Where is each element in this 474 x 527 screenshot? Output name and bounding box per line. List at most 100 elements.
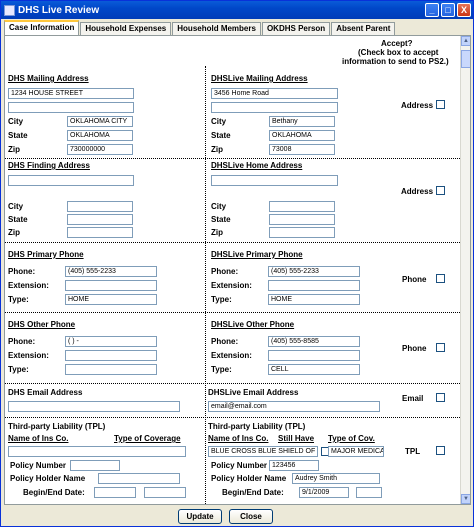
accept-other-phone-checkbox[interactable] [436, 343, 445, 352]
live-other-type[interactable]: CELL [268, 364, 360, 375]
tab-case-information[interactable]: Case Information [4, 20, 80, 35]
live-mailing-city[interactable]: Bethany [269, 116, 335, 127]
accept-tpl-checkbox[interactable] [436, 446, 445, 455]
dhs-type-coverage-label: Type of Coverage [114, 434, 181, 443]
live-other-phone-header: DHSLive Other Phone [211, 320, 295, 329]
dhs-policy-holder-label: Policy Holder Name [10, 474, 86, 483]
dhs-other-phone[interactable]: ( ) - [65, 336, 157, 347]
live-primary-extension[interactable] [268, 280, 360, 291]
live-still-have-label: Still Have [278, 434, 315, 443]
accept-primary-phone-checkbox[interactable] [436, 274, 445, 283]
live-home-header: DHSLive Home Address [211, 161, 303, 170]
accept-tpl-label: TPL [405, 447, 421, 456]
dhs-phone-label: Phone: [8, 267, 36, 276]
dhs-finding-state[interactable] [67, 214, 133, 225]
section-divider [5, 383, 460, 384]
live-policy-holder-label: Policy Holder Name [211, 474, 287, 483]
dhs-finding-city-label: City [8, 202, 24, 211]
dhs-email-input[interactable] [8, 401, 180, 412]
live-end-date-input[interactable] [356, 487, 382, 498]
dhs-policy-number-input[interactable] [70, 460, 120, 471]
scroll-down-icon[interactable]: ▼ [461, 494, 470, 504]
live-other-type-label: Type: [211, 365, 232, 374]
dhs-finding-line1[interactable] [8, 175, 134, 186]
live-city-label: City [211, 117, 227, 126]
live-policy-holder-input[interactable]: Audrey Smith [292, 473, 380, 484]
live-mailing-line1[interactable]: 3456 Home Road [211, 88, 338, 99]
dhs-begin-date-input[interactable] [94, 487, 136, 498]
live-other-phone-label: Phone: [211, 337, 239, 346]
live-type-cov-input[interactable]: MAJOR MEDICAL [328, 446, 384, 457]
dhs-begin-end-label: Begin/End Date: [23, 488, 85, 497]
accept-mailing-checkbox[interactable] [436, 100, 445, 109]
live-policy-number-input[interactable]: 123456 [269, 460, 319, 471]
live-name-ins-label: Name of Ins Co. [208, 434, 269, 443]
update-button[interactable]: Update [178, 509, 222, 524]
tab-household-expenses[interactable]: Household Expenses [80, 22, 172, 35]
live-mailing-state[interactable]: OKLAHOMA [269, 130, 335, 141]
dhs-other-extension[interactable] [65, 350, 157, 361]
tab-strip: Case Information Household Expenses Hous… [4, 20, 396, 35]
accept-address-label: Address [401, 101, 434, 110]
live-begin-date-input[interactable]: 9/1/2009 [299, 487, 349, 498]
live-other-extension[interactable] [268, 350, 360, 361]
dhs-primary-phone[interactable]: (405) 555-2233 [65, 266, 157, 277]
vertical-scrollbar[interactable]: ▲ ▼ [460, 36, 470, 504]
accept-home-checkbox[interactable] [436, 186, 445, 195]
dhs-mailing-city[interactable]: OKLAHOMA CITY [67, 116, 133, 127]
live-home-state-label: State [211, 215, 231, 224]
live-home-city[interactable] [269, 201, 335, 212]
dhs-mailing-zip[interactable]: 730000000 [67, 144, 133, 155]
dhs-other-type[interactable] [65, 364, 157, 375]
live-home-state[interactable] [269, 214, 335, 225]
scroll-up-icon[interactable]: ▲ [461, 36, 470, 46]
dhs-primary-extension[interactable] [65, 280, 157, 291]
tab-absent-parent[interactable]: Absent Parent [331, 22, 396, 35]
dhs-tpl-header: Third-party Liability (TPL) [8, 422, 106, 431]
window-title: DHS Live Review [18, 4, 100, 16]
scroll-thumb[interactable] [461, 50, 470, 68]
section-divider [5, 242, 460, 243]
live-home-zip-label: Zip [211, 228, 223, 237]
live-type-cov-label: Type of Cov. [328, 434, 375, 443]
dhs-finding-state-label: State [8, 215, 28, 224]
dhs-mailing-state[interactable]: OKLAHOMA [67, 130, 133, 141]
live-other-phone[interactable]: (405) 555-8585 [268, 336, 360, 347]
dhs-mailing-line2[interactable] [8, 102, 134, 113]
dhs-email-header: DHS Email Address [8, 388, 83, 397]
live-begin-end-label: Begin/End Date: [222, 488, 284, 497]
dhs-other-extension-label: Extension: [8, 351, 49, 360]
accept-email-checkbox[interactable] [436, 393, 445, 402]
live-primary-phone[interactable]: (405) 555-2233 [268, 266, 360, 277]
tab-household-members[interactable]: Household Members [172, 22, 261, 35]
live-mailing-line2[interactable] [211, 102, 338, 113]
dhs-policy-holder-input[interactable] [98, 473, 180, 484]
dhs-primary-type[interactable]: HOME [65, 294, 157, 305]
accept-primary-phone-label: Phone [402, 275, 427, 284]
maximize-button[interactable]: □ [441, 3, 455, 17]
title-bar: DHS Live Review _ □ X [1, 1, 473, 19]
dhs-mailing-line1[interactable]: 1234 HOUSE STREET [8, 88, 134, 99]
live-mailing-zip[interactable]: 73008 [269, 144, 335, 155]
close-window-button[interactable]: X [457, 3, 471, 17]
live-zip-label: Zip [211, 145, 223, 154]
dhs-end-date-input[interactable] [144, 487, 186, 498]
close-button[interactable]: Close [229, 509, 273, 524]
dhs-primary-phone-header: DHS Primary Phone [8, 250, 84, 259]
dhs-other-type-label: Type: [8, 365, 29, 374]
live-ins-name-input[interactable]: BLUE CROSS BLUE SHIELD OF [208, 446, 318, 457]
dhs-policy-number-label: Policy Number [10, 461, 67, 470]
section-divider [5, 417, 460, 418]
minimize-button[interactable]: _ [425, 3, 439, 17]
live-primary-type[interactable]: HOME [268, 294, 360, 305]
dhs-city-label: City [8, 117, 24, 126]
tab-okdhs-person[interactable]: OKDHS Person [261, 22, 331, 35]
dhs-name-ins-label: Name of Ins Co. [8, 434, 69, 443]
dhs-ins-name-input[interactable] [8, 446, 186, 457]
dhs-finding-zip[interactable] [67, 227, 133, 238]
live-home-line1[interactable] [211, 175, 338, 186]
live-home-zip[interactable] [269, 227, 335, 238]
live-email-input[interactable]: email@email.com [208, 401, 380, 412]
accept-instruction-2: information to send to PS2.) [342, 57, 449, 66]
dhs-finding-city[interactable] [67, 201, 133, 212]
